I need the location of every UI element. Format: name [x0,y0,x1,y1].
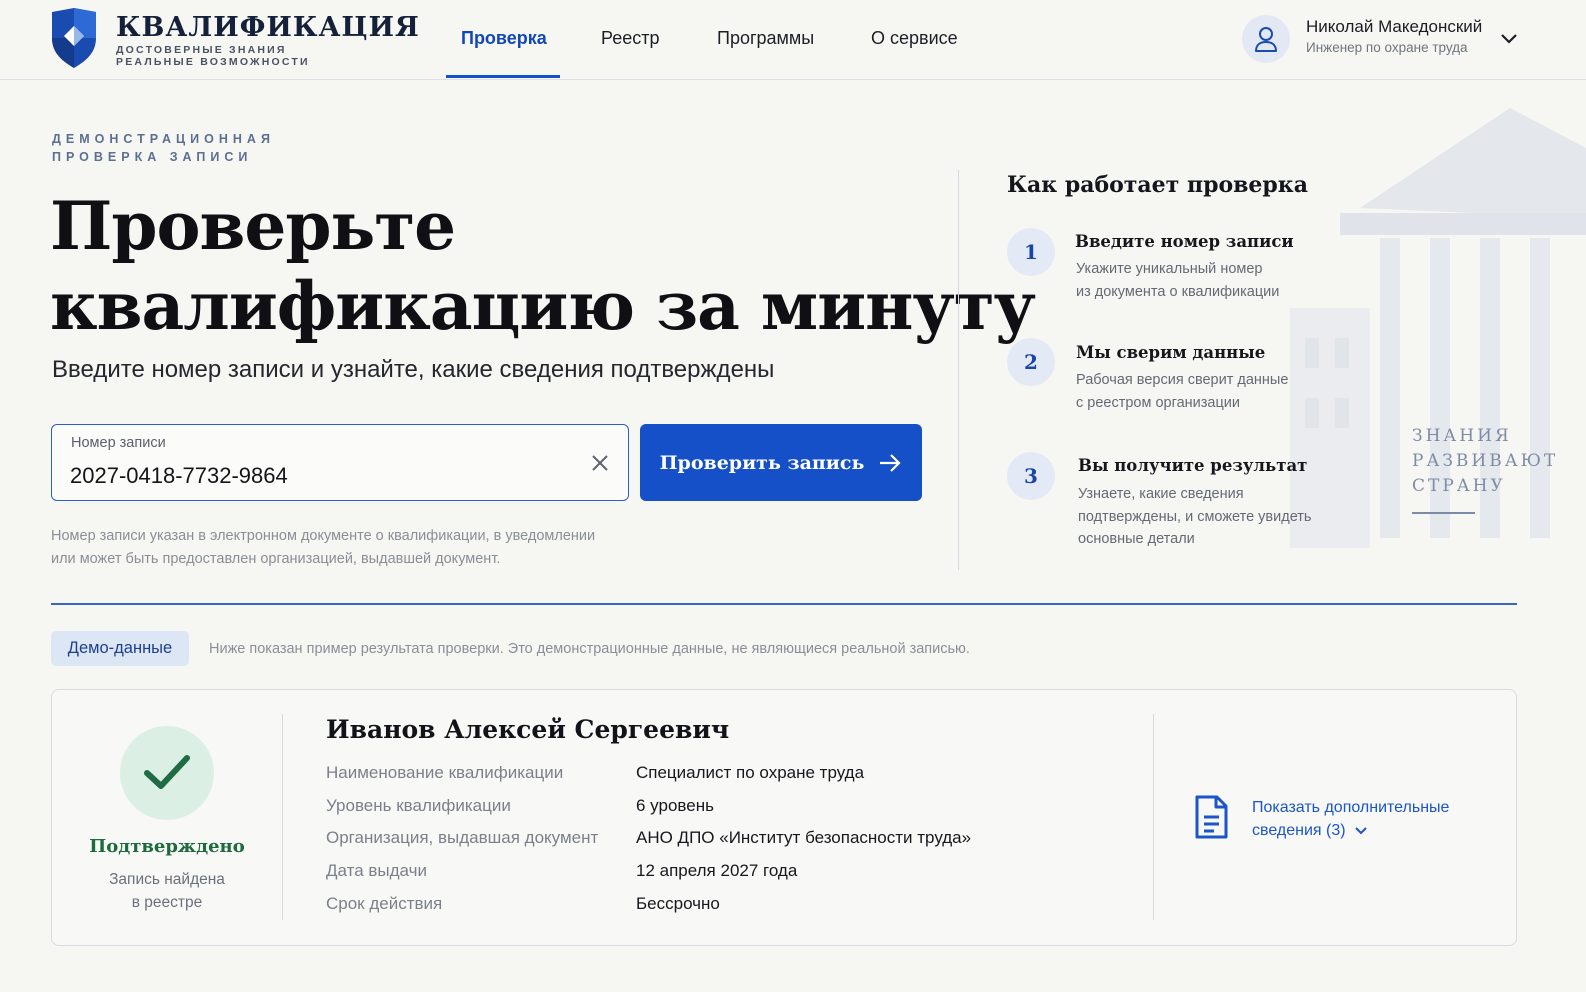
show-more-details-link[interactable]: Показать дополнительные сведения (3) [1252,796,1449,842]
field-value-issue-date: 12 апреля 2027 года [636,861,798,880]
motto: ЗНАНИЯ РАЗВИВАЮТ СТРАНУ [1412,424,1558,499]
motto-line-3: СТРАНУ [1412,476,1506,496]
nav-about[interactable]: О сервисе [871,28,958,49]
check-record-button-label: Проверить запись [659,451,865,474]
field-label-issue-date: Дата выдачи [326,861,427,880]
chevron-down-icon [1354,827,1367,835]
status-description: Запись найдена в реестре [60,868,274,914]
chevron-down-icon[interactable] [1500,30,1518,46]
hint-line-2: или может быть предоставлен организацией… [51,551,501,567]
step-2-text-line-2: с реестром организации [1076,394,1240,411]
motto-line-2: РАЗВИВАЮТ [1412,451,1559,471]
person-name: Иванов Алексей Сергеевич [326,715,730,744]
page-title: Проверьте квалификацию за минуту [50,186,1036,346]
section-divider [958,170,959,570]
record-number-hint: Номер записи указан в электронном докуме… [51,525,651,571]
hint-line-1: Номер записи указан в электронном докуме… [51,528,596,544]
arrow-right-icon [880,453,901,472]
check-record-button[interactable]: Проверить запись [640,424,922,501]
field-label-qualification: Наименование квалификации [326,763,564,782]
step-3-text-line-2: подтверждены, и сможете увидеть [1078,508,1312,525]
motto-underline [1412,512,1475,514]
show-more-line-1: Показать дополнительные [1252,799,1450,816]
document-icon[interactable] [1193,795,1229,839]
eyebrow-line-2: ПРОВЕРКА ЗАПИСИ [52,150,253,164]
status-badge [120,726,214,820]
demo-badge: Демо-данные [51,631,189,666]
field-value-validity: Бессрочно [636,894,720,913]
user-role: Инженер по охране труда [1306,40,1468,55]
results-divider [51,603,1517,605]
demo-note: Ниже показан пример результата проверки.… [209,641,970,657]
field-value-organization: АНО ДПО «Институт безопасности труда» [636,828,972,847]
field-value-level: 6 уровень [636,796,714,815]
shield-logo-icon[interactable] [50,8,98,68]
step-3-title: Вы получите результат [1078,456,1308,475]
field-label-validity: Срок действия [326,894,443,913]
top-header: КВАЛИФИКАЦИЯ ДОСТОВЕРНЫЕ ЗНАНИЯ РЕАЛЬНЫЕ… [0,0,1586,80]
page-subtitle: Введите номер записи и узнайте, какие св… [52,356,775,383]
field-label-level: Уровень квалификации [326,796,511,815]
status-label: Подтверждено [89,836,245,857]
logo-tagline-2: РЕАЛЬНЫЕ ВОЗМОЖНОСТИ [116,56,310,68]
show-more-line-2-wrap: сведения (3) [1252,819,1449,842]
nav-registry[interactable]: Реестр [601,28,660,49]
eyebrow-line-1: ДЕМОНСТРАЦИОННАЯ [52,132,275,146]
avatar[interactable] [1242,15,1290,63]
step-3-text-line-1: Узнаете, какие сведения [1078,486,1244,502]
user-icon [1255,27,1277,52]
step-1-text-line-2: из документа о квалификации [1076,283,1280,300]
step-2-text: Рабочая версия сверит данные с реестром … [1076,369,1288,414]
user-name[interactable]: Николай Македонский [1306,17,1482,37]
step-3-text-line-3: основные детали [1078,531,1195,547]
field-label-organization: Организация, выдавшая документ [326,828,599,847]
show-more-line-2: сведения (3) [1252,822,1346,839]
page-title-line-2: квалификацию за минуту [50,267,1036,345]
page-title-line-1: Проверьте [50,187,456,265]
logo-tagline-1: ДОСТОВЕРНЫЕ ЗНАНИЯ [116,44,287,56]
checkmark-icon [144,755,190,789]
record-number-input[interactable] [70,461,570,491]
step-1-number: 1 [1007,228,1055,276]
nav-programs[interactable]: Программы [717,28,814,49]
step-2-text-line-1: Рабочая версия сверит данные [1076,372,1289,388]
step-1-title: Введите номер записи [1075,232,1294,251]
record-number-field[interactable]: Номер записи [51,424,629,501]
step-2-number: 2 [1007,338,1055,386]
step-2-title: Мы сверим данные [1076,343,1266,362]
status-description-line-2: в реестре [131,894,203,911]
nav-check[interactable]: Проверка [461,28,547,49]
step-1-text-line-1: Укажите уникальный номер [1076,261,1263,277]
close-icon[interactable] [590,453,610,473]
card-divider-right [1153,714,1154,920]
step-1-text: Укажите уникальный номер из документа о … [1076,258,1279,303]
step-3-number: 3 [1007,452,1055,500]
record-number-label: Номер записи [71,435,166,451]
motto-line-1: ЗНАНИЯ [1412,426,1512,446]
nav-active-indicator [446,75,560,78]
field-value-qualification: Специалист по охране труда [636,763,865,782]
card-divider-left [282,714,283,920]
logo-title[interactable]: КВАЛИФИКАЦИЯ [116,12,420,43]
status-description-line-1: Запись найдена [109,871,225,888]
step-3-text: Узнаете, какие сведения подтверждены, и … [1078,483,1311,551]
how-it-works-title: Как работает проверка [1007,172,1308,198]
